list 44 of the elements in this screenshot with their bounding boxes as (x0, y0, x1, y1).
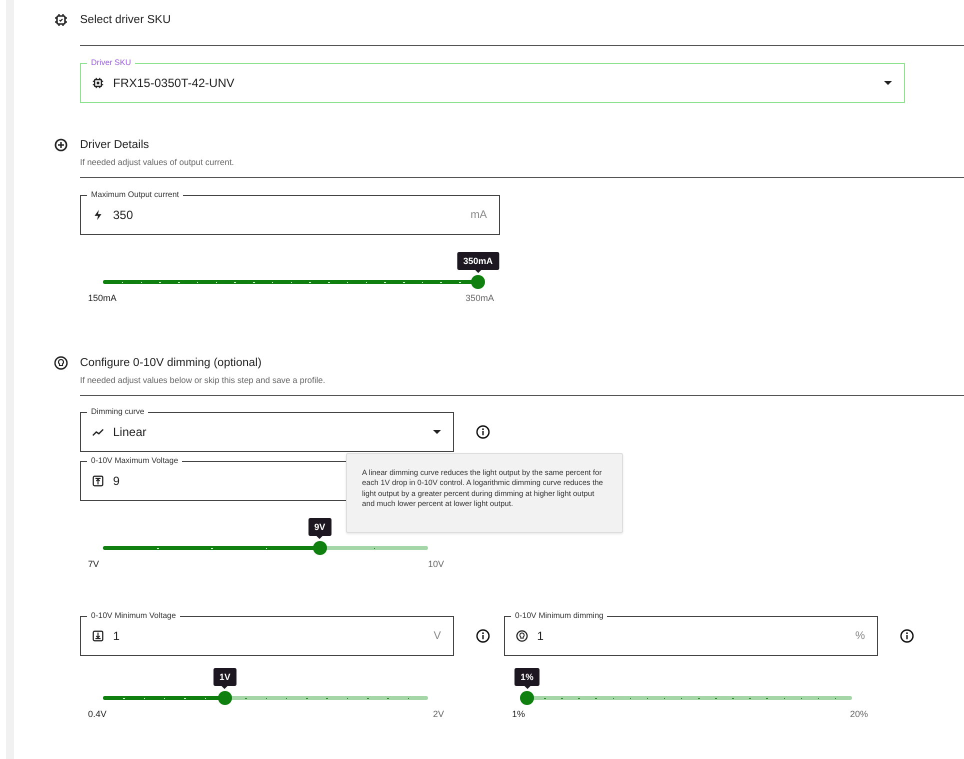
max-label: 2V (432, 709, 444, 719)
section-title: Select driver SKU (80, 14, 171, 26)
slider-thumb[interactable] (218, 691, 232, 705)
value-tooltip: 350mA (457, 252, 499, 270)
arrow-down-box-icon (92, 630, 104, 642)
chip-icon (54, 13, 68, 27)
caret-icon (884, 81, 892, 85)
unit-label: % (855, 630, 865, 642)
slider-thumb[interactable] (312, 541, 327, 555)
min-label: 0.4V (88, 709, 107, 719)
max-label: 10V (428, 559, 444, 569)
section-title: Driver Details (80, 139, 150, 151)
min-label: 7V (88, 559, 100, 569)
value-tooltip: 9V (308, 518, 332, 536)
max-label: 20% (850, 709, 868, 719)
min-label: 150mA (88, 293, 117, 303)
field-label: Driver SKU (87, 58, 136, 68)
bulb-icon (516, 630, 528, 642)
section-subtitle: If needed adjust values below or skip this step and save a profile. (80, 375, 326, 385)
field-label: Dimming curve (87, 407, 148, 417)
caret-icon (433, 430, 441, 434)
field-label: 0-10V Minimum Voltage (87, 611, 180, 621)
field-label: Maximum Output current (87, 190, 184, 200)
section-subtitle: If needed adjust values of output current. (80, 157, 236, 167)
chip-icon (92, 77, 104, 89)
slider-thumb[interactable] (520, 691, 534, 705)
bulb-icon (54, 356, 68, 370)
info-icon[interactable] (476, 425, 490, 439)
unit-label: V (434, 630, 441, 642)
field-label: 0-10V Minimum dimming (511, 611, 608, 621)
info-icon[interactable] (900, 629, 914, 643)
arrow-up-box-icon (92, 475, 104, 487)
trend-line-icon (92, 426, 104, 438)
lightning-icon (92, 209, 104, 221)
value-tooltip: 1V (213, 668, 236, 686)
field-label: 0-10V Maximum Voltage (87, 456, 182, 466)
unit-label: mA (470, 209, 487, 221)
min-label: 1% (512, 709, 526, 719)
slider-thumb[interactable] (471, 275, 485, 289)
plus-circle-icon (54, 138, 68, 152)
section-title: Configure 0-10V dimming (optional) (80, 357, 262, 369)
value-tooltip: 1% (514, 668, 540, 686)
info-icon[interactable] (476, 629, 490, 643)
max-label: 350mA (465, 293, 494, 303)
